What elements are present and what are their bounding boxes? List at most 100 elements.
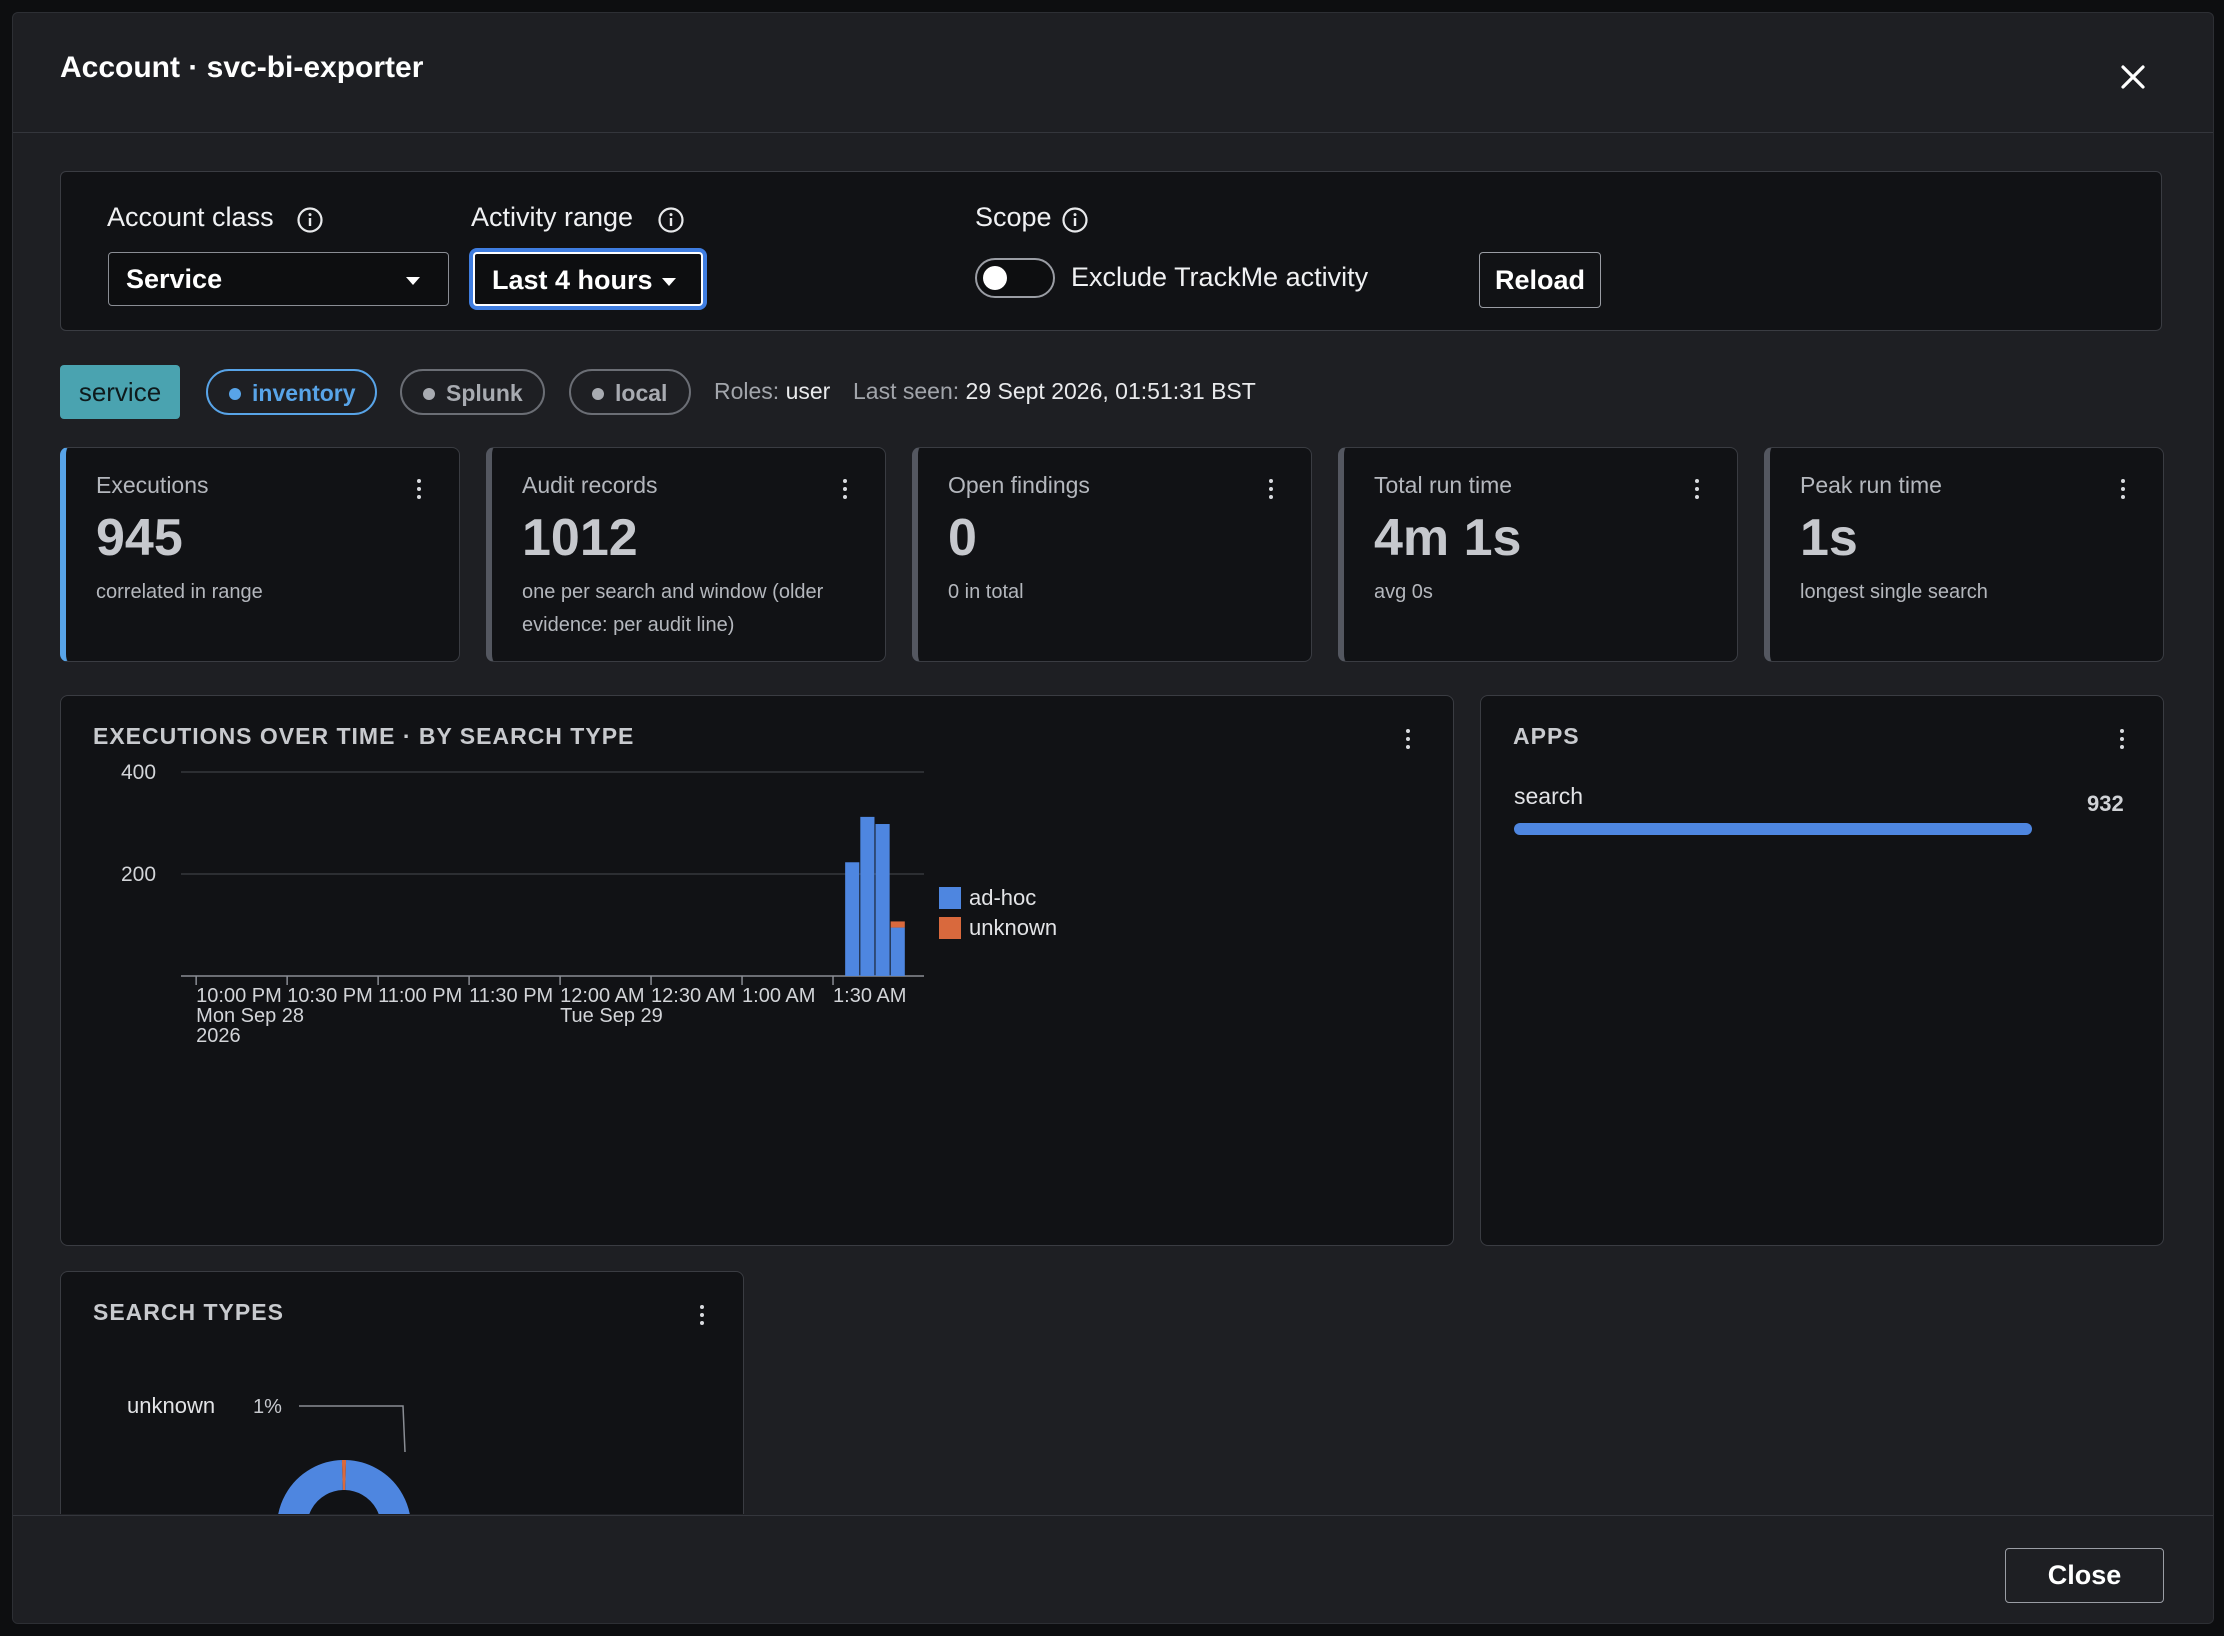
modal-title: Account · svc-bi-exporter <box>60 51 424 84</box>
legend-swatch <box>939 917 961 939</box>
x-tick-label: 11:30 PM <box>469 985 553 1007</box>
legend-swatch <box>939 887 961 909</box>
bar-unknown <box>890 921 905 928</box>
kpi-card-peak-run-time: Peak run time 1s longest single search <box>1764 447 2164 662</box>
x-tick-label: 1:30 AM <box>833 985 906 1007</box>
toggle-knob <box>983 266 1007 290</box>
app-count: 932 <box>2087 791 2124 816</box>
account-type-tag: service <box>60 365 180 419</box>
bar-ad-hoc <box>845 862 860 976</box>
x-tick-label: 10:30 PM <box>287 985 373 1007</box>
more-options-icon[interactable] <box>1266 479 1276 505</box>
kpi-value: 0 <box>948 509 977 567</box>
x-tick-label: 12:30 AM <box>651 985 736 1007</box>
account-class-label: Account class <box>107 202 274 232</box>
more-options-icon[interactable] <box>2118 479 2128 505</box>
scope-label: Scope <box>975 202 1052 232</box>
roles-meta: Roles: user <box>714 378 830 405</box>
kpi-card-total-run-time: Total run time 4m 1s avg 0s <box>1338 447 1738 662</box>
x-tick-label: 2026 <box>196 1025 241 1047</box>
chevron-down-icon <box>406 277 420 285</box>
more-options-icon[interactable] <box>1692 479 1702 505</box>
account-class-value: Service <box>126 264 223 294</box>
legend-label: ad-hoc <box>969 885 1036 910</box>
search-types-panel: SEARCH TYPES unknown 1% <box>60 1271 744 1514</box>
dot-icon <box>592 388 604 400</box>
kpi-value: 1s <box>1800 509 1858 567</box>
kpi-subtitle: avg 0s <box>1374 581 1433 603</box>
kpi-value: 945 <box>96 509 183 567</box>
roles-value: user <box>785 378 831 404</box>
account-modal: Account · svc-bi-exporter Account class … <box>12 12 2214 1624</box>
close-button[interactable]: Close <box>2005 1548 2164 1603</box>
reload-button[interactable]: Reload <box>1479 252 1601 308</box>
info-icon[interactable] <box>657 206 685 234</box>
pill-label: inventory <box>252 380 356 406</box>
more-options-icon[interactable] <box>840 479 850 505</box>
donut-callout-label: unknown <box>127 1393 215 1418</box>
modal-body: Account class Service Activity range Las… <box>13 134 2213 1514</box>
exclude-trackme-label: Exclude TrackMe activity <box>1071 262 1369 292</box>
tag-pill-inventory: inventory <box>206 369 377 415</box>
roles-label: Roles: <box>714 378 780 404</box>
pill-label: Splunk <box>446 380 523 406</box>
kpi-label: Total run time <box>1374 472 1513 498</box>
close-icon[interactable] <box>2113 57 2153 97</box>
dot-icon <box>423 388 435 400</box>
kpi-card-open-findings: Open findings 0 0 in total <box>912 447 1312 662</box>
kpi-card-audit-records: Audit records 1012 one per search and wi… <box>486 447 886 662</box>
account-class-select[interactable]: Service <box>108 252 449 306</box>
bar-ad-hoc <box>860 816 875 976</box>
more-options-icon[interactable] <box>414 479 424 505</box>
bar-ad-hoc <box>875 824 890 976</box>
x-tick-label: Mon Sep 28 <box>196 1005 304 1027</box>
kpi-label: Audit records <box>522 472 658 498</box>
kpi-value: 4m 1s <box>1374 509 1522 567</box>
apps-panel: APPS search 932 <box>1480 695 2164 1246</box>
kpi-value: 1012 <box>522 509 638 567</box>
modal-header: Account · svc-bi-exporter <box>13 13 2213 133</box>
executions-panel: EXECUTIONS OVER TIME · BY SEARCH TYPE 20… <box>60 695 1454 1246</box>
activity-range-select[interactable]: Last 4 hours <box>473 252 703 306</box>
last-seen-meta: Last seen: 29 Sept 2026, 01:51:31 BST <box>853 378 1256 405</box>
tag-pill-local: local <box>569 369 691 415</box>
search-types-donut: unknown 1% <box>127 1393 410 1514</box>
info-icon[interactable] <box>1061 206 1089 234</box>
chevron-down-icon <box>662 278 676 286</box>
app-name: search <box>1514 783 1584 809</box>
dot-icon <box>229 388 241 400</box>
kpi-label: Peak run time <box>1800 472 1942 498</box>
y-tick-label: 400 <box>121 761 156 784</box>
kpi-subtitle: correlated in range <box>96 581 263 603</box>
more-options-icon[interactable] <box>2117 729 2127 755</box>
kpi-card-executions: Executions 945 correlated in range <box>60 447 460 662</box>
panel-title: APPS <box>1513 723 1580 749</box>
x-tick-label: 1:00 AM <box>742 985 815 1007</box>
legend-label: unknown <box>969 915 1057 940</box>
activity-range-label: Activity range <box>471 202 634 232</box>
bar-ad-hoc <box>890 927 905 976</box>
exclude-trackme-toggle[interactable] <box>975 258 1055 298</box>
donut-callout-pct: 1% <box>253 1396 282 1418</box>
kpi-label: Executions <box>96 472 209 498</box>
modal-footer: Close <box>13 1515 2213 1623</box>
info-icon[interactable] <box>296 206 324 234</box>
y-tick-label: 200 <box>121 863 156 886</box>
x-tick-label: Tue Sep 29 <box>560 1005 663 1027</box>
filter-panel: Account class Service Activity range Las… <box>60 171 2162 331</box>
tag-pill-splunk: Splunk <box>400 369 545 415</box>
x-tick-label: 11:00 PM <box>378 985 462 1007</box>
executions-chart: 200 400 10:00 PMMon Sep 282026 10:30 PM 11:0… <box>121 761 1057 1047</box>
donut-callout-line <box>299 1405 406 1453</box>
kpi-subtitle: one per search and window (older evidenc… <box>522 581 824 636</box>
pill-label: local <box>615 380 668 406</box>
app-bar-fill <box>1514 823 2032 835</box>
kpi-subtitle: 0 in total <box>948 581 1024 603</box>
app-bar <box>1514 823 2032 835</box>
last-seen-label: Last seen: <box>853 378 960 404</box>
activity-range-value: Last 4 hours <box>492 265 653 295</box>
x-tick-label: 12:00 AM <box>560 985 645 1007</box>
kpi-label: Open findings <box>948 472 1090 498</box>
kpi-subtitle: longest single search <box>1800 581 1988 603</box>
x-tick-label: 10:00 PM <box>196 985 282 1007</box>
